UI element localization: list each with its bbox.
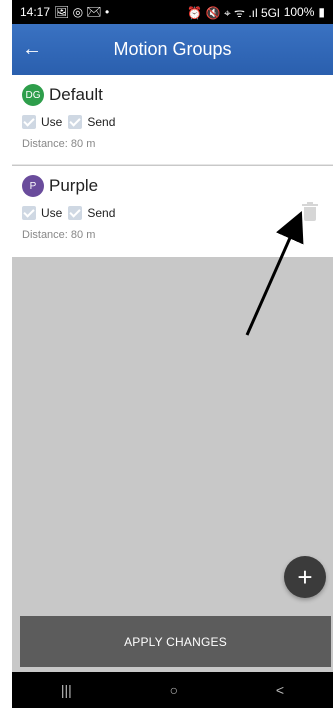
status-bar: 14:17 🖼 ◎ ✉ • ⏰ 🔇 ⌖ ᯤ .ıl 5Gl 100% ▮	[12, 0, 333, 24]
system-nav-bar: ||| ○ <	[12, 672, 333, 708]
status-time: 14:17	[20, 5, 51, 19]
add-group-button[interactable]: +	[284, 556, 326, 598]
send-checkbox[interactable]	[68, 206, 83, 220]
group-name: Default	[49, 85, 103, 104]
page-title: Motion Groups	[113, 39, 232, 59]
battery-icon: ▮	[318, 5, 325, 19]
back-arrow-icon[interactable]: ←	[12, 24, 52, 75]
recents-button[interactable]: |||	[61, 682, 72, 698]
nav-back-button[interactable]: <	[276, 682, 284, 698]
send-label: Send	[87, 115, 116, 129]
use-label: Use	[41, 115, 63, 129]
group-distance: Distance: 80 m	[22, 229, 96, 241]
use-label: Use	[41, 206, 63, 220]
motion-group-purple[interactable]: P Purple Use Send Distance: 80 m	[12, 166, 333, 257]
battery-level: 100%	[283, 5, 315, 19]
app-bar: ← Motion Groups	[12, 24, 333, 75]
use-checkbox[interactable]	[22, 115, 36, 129]
phone-screen: 14:17 🖼 ◎ ✉ • ⏰ 🔇 ⌖ ᯤ .ıl 5Gl 100% ▮ ← M…	[12, 0, 333, 708]
notification-icons: 🖼 ◎ ✉ •	[54, 5, 110, 19]
group-avatar: DG	[22, 84, 44, 106]
group-avatar: P	[22, 175, 44, 197]
group-name: Purple	[49, 176, 99, 195]
send-checkbox[interactable]	[68, 115, 83, 129]
system-status-icons: ⏰ 🔇 ⌖ ᯤ .ıl 5Gl	[187, 5, 280, 20]
motion-group-default[interactable]: DG Default Use Send Distance: 80 m	[12, 75, 333, 165]
home-button[interactable]: ○	[170, 682, 178, 698]
trash-icon[interactable]	[302, 202, 318, 222]
apply-changes-button[interactable]: APPLY CHANGES	[20, 616, 331, 667]
use-checkbox[interactable]	[22, 206, 36, 220]
group-distance: Distance: 80 m	[22, 138, 96, 150]
send-label: Send	[87, 206, 116, 220]
